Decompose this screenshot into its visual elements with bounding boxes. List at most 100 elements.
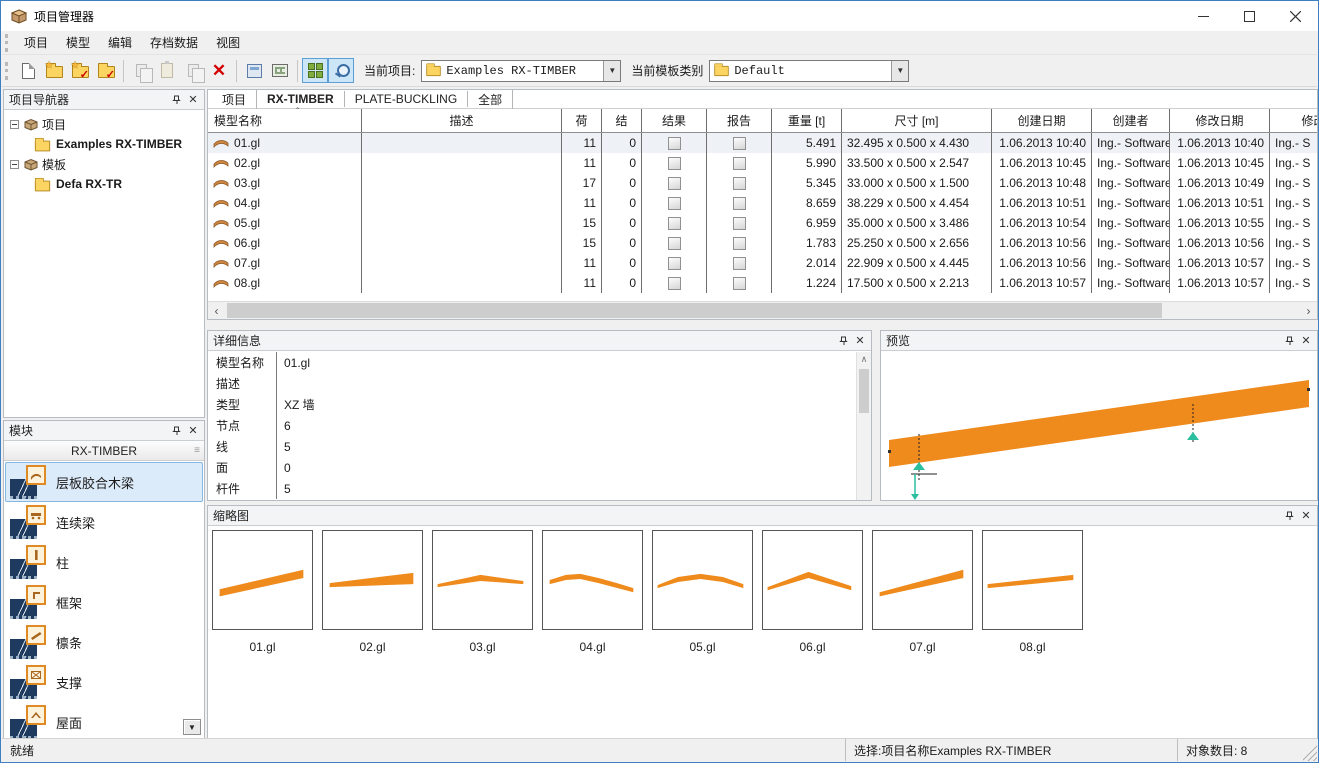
- report-checkbox[interactable]: [733, 217, 746, 230]
- thumbnail-item[interactable]: 02.gl: [322, 530, 423, 654]
- thumbnail-image[interactable]: [432, 530, 533, 630]
- thumbnail-item[interactable]: 07.gl: [872, 530, 973, 654]
- column-header-0[interactable]: 模型名称ˆ: [208, 109, 362, 132]
- report-checkbox[interactable]: [733, 237, 746, 250]
- scroll-right-icon[interactable]: ›: [1300, 302, 1317, 319]
- results-checkbox[interactable]: [668, 157, 681, 170]
- menu-item-2[interactable]: 编辑: [99, 31, 141, 54]
- copy-button[interactable]: [128, 58, 154, 83]
- current-project-combo[interactable]: Examples RX-TIMBER ▼: [421, 60, 621, 82]
- table-row[interactable]: 07.gl1102.01422.909 x 0.500 x 4.4451.06.…: [208, 253, 1317, 273]
- thumbnail-item[interactable]: 01.gl: [212, 530, 313, 654]
- archive-button[interactable]: [267, 58, 293, 83]
- thumbnail-item[interactable]: 08.gl: [982, 530, 1083, 654]
- report-checkbox[interactable]: [733, 257, 746, 270]
- module-item-glulam-beam[interactable]: 层板胶合木梁: [5, 462, 203, 502]
- scrollbar-thumb[interactable]: [859, 369, 869, 413]
- close-icon[interactable]: ✕: [1298, 508, 1314, 524]
- table-row[interactable]: 03.gl1705.34533.000 x 0.500 x 1.5001.06.…: [208, 173, 1317, 193]
- vertical-scrollbar[interactable]: ∧: [856, 352, 871, 500]
- column-header-10[interactable]: 修改日期: [1170, 109, 1270, 132]
- table-row[interactable]: 04.gl1108.65938.229 x 0.500 x 4.4541.06.…: [208, 193, 1317, 213]
- report-checkbox[interactable]: [733, 157, 746, 170]
- module-item-roof[interactable]: 屋面: [5, 702, 203, 738]
- tab-2[interactable]: PLATE-BUCKLING: [345, 91, 468, 107]
- results-checkbox[interactable]: [668, 257, 681, 270]
- thumbnail-image[interactable]: [542, 530, 643, 630]
- tab-3[interactable]: 全部: [468, 90, 513, 109]
- thumbnail-item[interactable]: 05.gl: [652, 530, 753, 654]
- tree-node-projects[interactable]: 项目: [6, 114, 202, 134]
- new-model-button[interactable]: [15, 58, 41, 83]
- thumbnail-item[interactable]: 06.gl: [762, 530, 863, 654]
- thumbnail-item[interactable]: 04.gl: [542, 530, 643, 654]
- column-header-8[interactable]: 创建日期: [992, 109, 1092, 132]
- thumbnail-image[interactable]: [982, 530, 1083, 630]
- menu-item-0[interactable]: 项目: [15, 31, 57, 54]
- pin-icon[interactable]: [169, 92, 185, 108]
- table-row[interactable]: 06.gl1501.78325.250 x 0.500 x 2.6561.06.…: [208, 233, 1317, 253]
- table-row[interactable]: 02.gl1105.99033.500 x 0.500 x 2.5471.06.…: [208, 153, 1317, 173]
- column-header-6[interactable]: 重量 [t]: [772, 109, 842, 132]
- report-checkbox[interactable]: [733, 177, 746, 190]
- close-button[interactable]: [1272, 1, 1318, 31]
- model-preview[interactable]: [881, 352, 1317, 500]
- scroll-left-icon[interactable]: ‹: [208, 302, 225, 319]
- maximize-button[interactable]: [1226, 1, 1272, 31]
- column-header-2[interactable]: 荷: [562, 109, 602, 132]
- pin-icon[interactable]: [1282, 508, 1298, 524]
- menu-item-4[interactable]: 视图: [207, 31, 249, 54]
- chevron-down-icon[interactable]: ▼: [603, 61, 620, 81]
- preview-view-toggle[interactable]: [328, 58, 354, 83]
- thumbnail-item[interactable]: 03.gl: [432, 530, 533, 654]
- pin-icon[interactable]: [169, 423, 185, 439]
- module-item-bracing[interactable]: 支撑: [5, 662, 203, 702]
- chevron-down-icon[interactable]: ▼: [891, 61, 908, 81]
- pin-icon[interactable]: [836, 333, 852, 349]
- module-group-header[interactable]: RX-TIMBER: [4, 441, 204, 461]
- column-header-3[interactable]: 结: [602, 109, 642, 132]
- scroll-down-button[interactable]: ▼: [183, 719, 201, 735]
- close-icon[interactable]: ✕: [185, 92, 201, 108]
- open-project-button[interactable]: ★✓: [67, 58, 93, 83]
- report-checkbox[interactable]: [733, 277, 746, 290]
- results-checkbox[interactable]: [668, 137, 681, 150]
- tree-node-default-template[interactable]: Defa RX-TR: [6, 174, 202, 194]
- module-item-column[interactable]: 柱: [5, 542, 203, 582]
- tab-1[interactable]: RX-TIMBER: [257, 91, 345, 107]
- set-current-project-button[interactable]: ✓: [93, 58, 119, 83]
- column-header-7[interactable]: 尺寸 [m]: [842, 109, 992, 132]
- results-checkbox[interactable]: [668, 217, 681, 230]
- close-icon[interactable]: ✕: [185, 423, 201, 439]
- module-item-frame[interactable]: 框架: [5, 582, 203, 622]
- collapse-icon[interactable]: [10, 120, 19, 129]
- table-row[interactable]: 05.gl1506.95935.000 x 0.500 x 3.4861.06.…: [208, 213, 1317, 233]
- module-item-continuous-beam[interactable]: 连续梁: [5, 502, 203, 542]
- delete-button[interactable]: ✕: [206, 58, 232, 83]
- table-row[interactable]: 01.gl1105.49132.495 x 0.500 x 4.4301.06.…: [208, 133, 1317, 153]
- scroll-up-icon[interactable]: ∧: [857, 352, 871, 367]
- menu-item-3[interactable]: 存档数据: [141, 31, 207, 54]
- close-icon[interactable]: ✕: [1298, 333, 1314, 349]
- thumbnail-view-toggle[interactable]: [302, 58, 328, 83]
- table-row[interactable]: 08.gl1101.22417.500 x 0.500 x 2.2131.06.…: [208, 273, 1317, 293]
- import-project-button[interactable]: [241, 58, 267, 83]
- thumbnail-image[interactable]: [762, 530, 863, 630]
- resize-grip[interactable]: [1303, 739, 1317, 761]
- tree-node-templates[interactable]: 模板: [6, 154, 202, 174]
- column-header-1[interactable]: 描述: [362, 109, 562, 132]
- menu-item-1[interactable]: 模型: [57, 31, 99, 54]
- results-checkbox[interactable]: [668, 177, 681, 190]
- tree-node-examples-rx-timber[interactable]: Examples RX-TIMBER: [6, 134, 202, 154]
- tab-0[interactable]: 项目: [212, 90, 257, 109]
- thumbnail-image[interactable]: [652, 530, 753, 630]
- column-header-11[interactable]: 修改者: [1270, 109, 1318, 132]
- module-item-purlin[interactable]: 檩条: [5, 622, 203, 662]
- column-header-9[interactable]: 创建者: [1092, 109, 1170, 132]
- collapse-icon[interactable]: [10, 160, 19, 169]
- report-checkbox[interactable]: [733, 197, 746, 210]
- horizontal-scrollbar[interactable]: ‹ ›: [208, 301, 1317, 319]
- duplicate-button[interactable]: [180, 58, 206, 83]
- thumbnail-image[interactable]: [322, 530, 423, 630]
- minimize-button[interactable]: [1180, 1, 1226, 31]
